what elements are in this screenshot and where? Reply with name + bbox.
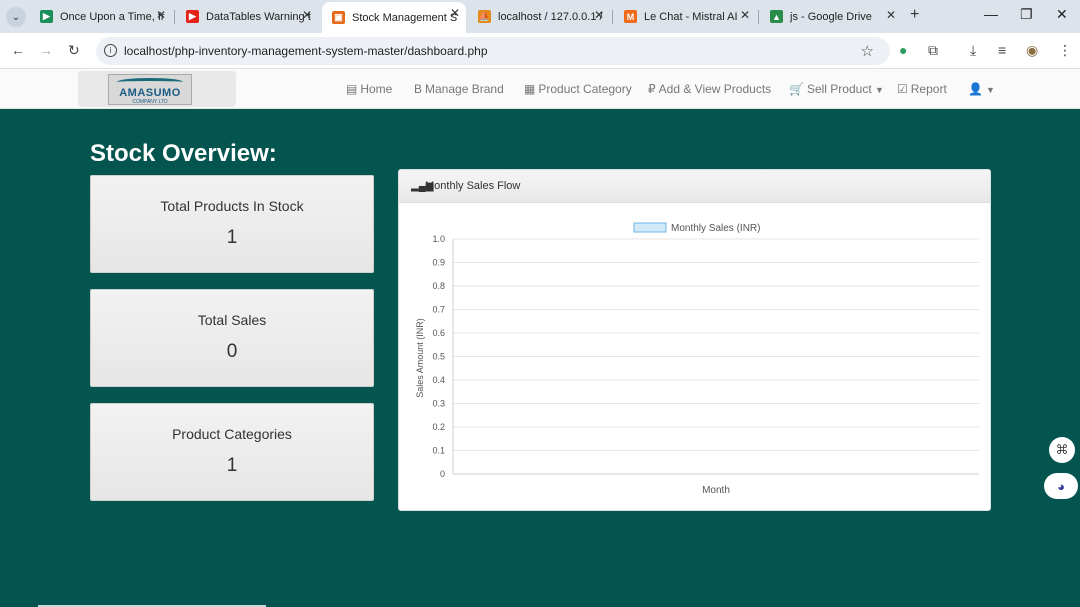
browser-tab[interactable]: ⛵ localhost / 127.0.0.1 / ✕: [468, 4, 610, 29]
legend-label[interactable]: Monthly Sales (INR): [671, 223, 760, 234]
panel-header: ▂▄▆ Monthly Sales Flow: [399, 170, 990, 203]
assistant-float-icon[interactable]: ◕: [1044, 473, 1078, 499]
y-tick-label: 0.6: [432, 328, 445, 338]
site-info-icon[interactable]: i: [104, 44, 117, 57]
minimize-icon[interactable]: —: [984, 6, 998, 22]
phpmyadmin-icon: ⛵: [478, 10, 491, 23]
close-window-icon[interactable]: ✕: [1056, 6, 1068, 23]
close-tab-icon[interactable]: ✕: [594, 8, 604, 22]
close-tab-icon[interactable]: ✕: [740, 8, 750, 22]
sales-chart-panel: ▂▄▆ Monthly Sales Flow Monthly Sales (IN…: [398, 169, 991, 511]
y-tick-label: 0.3: [432, 399, 445, 409]
nav-sell-product[interactable]: 🛒 Sell Product ▼: [789, 82, 884, 96]
check-square-icon: ☑: [897, 82, 908, 96]
ruble-icon: ₽: [648, 82, 656, 96]
download-icon[interactable]: ⤓: [970, 42, 976, 59]
new-tab-icon[interactable]: +: [910, 6, 919, 24]
stat-card-products: Total Products In Stock 1: [90, 175, 374, 273]
y-tick-label: 0.5: [432, 352, 445, 362]
nav-report[interactable]: ☑ Report: [897, 82, 947, 96]
browser-tab[interactable]: M Le Chat - Mistral AI ✕: [614, 4, 756, 29]
browser-menu-icon[interactable]: ⋮: [1058, 42, 1072, 59]
caret-down-icon: ▼: [985, 85, 995, 95]
tab-divider: [174, 10, 175, 24]
btc-icon: B: [414, 82, 423, 96]
y-axis-title: Sales Amount (INR): [415, 318, 425, 398]
company-logo: AMASUMO COMPANY LTD: [108, 74, 192, 105]
y-tick-label: 0: [440, 469, 445, 479]
forward-icon[interactable]: →: [39, 42, 53, 58]
reload-icon[interactable]: ↻: [68, 42, 80, 59]
stock-app-icon: ▣: [332, 11, 345, 24]
nav-add-view-products[interactable]: ₽ Add & View Products: [648, 82, 771, 96]
tab-divider: [612, 10, 613, 24]
profile-avatar-icon[interactable]: ◉: [1026, 42, 1038, 59]
grammarly-icon[interactable]: ●: [899, 42, 907, 58]
y-tick-label: 0.9: [432, 258, 445, 268]
close-tab-icon[interactable]: ✕: [886, 8, 896, 22]
legend-swatch[interactable]: [633, 222, 667, 233]
y-tick-label: 0.8: [432, 281, 445, 291]
y-tick-label: 1.0: [432, 234, 445, 244]
y-tick-label: 0.1: [432, 446, 445, 456]
extensions-icon[interactable]: ⧉: [928, 42, 938, 59]
tab-search-icon[interactable]: ⌄: [6, 7, 26, 27]
youtube-icon: ▶: [186, 10, 199, 23]
media-control-icon[interactable]: ≡: [998, 42, 1006, 58]
sales-chart: Monthly Sales (INR) Month Sales Amount (…: [415, 222, 979, 496]
caret-down-icon: ▼: [875, 85, 884, 95]
table-icon: ▦: [524, 82, 536, 96]
mistral-icon: M: [624, 10, 637, 23]
close-tab-icon[interactable]: ✕: [450, 6, 460, 20]
user-icon: 👤: [968, 82, 983, 96]
nav-home[interactable]: ▤ Home: [346, 82, 392, 96]
y-tick-label: 0.2: [432, 422, 445, 432]
stat-card-sales: Total Sales 0: [90, 289, 374, 387]
y-tick-label: 0.7: [432, 305, 445, 315]
address-bar-row: ← → ↻ i localhost/php-inventory-manageme…: [0, 33, 1080, 69]
google-drive-icon: ▲: [770, 10, 783, 23]
restore-icon[interactable]: ❐: [1020, 6, 1033, 23]
stat-card-categories: Product Categories 1: [90, 403, 374, 501]
app-navbar: AMASUMO COMPANY LTD ▤ Home B Manage Brand …: [0, 69, 1080, 109]
x-axis-title: Month: [702, 485, 730, 496]
apps-float-icon[interactable]: ⌘: [1049, 437, 1075, 463]
bookmark-star-icon[interactable]: ☆: [861, 42, 874, 60]
browser-tab[interactable]: ▶ DataTables Warning t ✕: [176, 4, 318, 29]
y-tick-label: 0.4: [432, 375, 445, 385]
logo-wave-icon: [117, 78, 183, 86]
close-tab-icon[interactable]: ✕: [302, 8, 312, 22]
back-icon[interactable]: ←: [11, 42, 25, 58]
brand-logo-area[interactable]: AMASUMO COMPANY LTD: [78, 71, 236, 107]
tab-divider: [758, 10, 759, 24]
play-store-icon: ▶: [40, 10, 53, 23]
list-icon: ▤: [346, 82, 358, 96]
browser-tab[interactable]: ▶ Once Upon a Time, fr ✕: [30, 4, 172, 29]
nav-user-menu[interactable]: 👤 ▼: [968, 82, 995, 96]
url-field[interactable]: i localhost/php-inventory-management-sys…: [96, 37, 890, 65]
browser-tab[interactable]: ▲ js - Google Drive ✕: [760, 4, 902, 29]
nav-product-category[interactable]: ▦ Product Category: [524, 82, 632, 96]
nav-manage-brand[interactable]: B Manage Brand: [414, 82, 504, 96]
page-title: Stock Overview:: [90, 140, 277, 167]
browser-tab-active[interactable]: ▣ Stock Management S ✕: [322, 2, 466, 33]
close-tab-icon[interactable]: ✕: [156, 8, 166, 22]
browser-tab-bar: ⌄ ▶ Once Upon a Time, fr ✕ ▶ DataTables …: [0, 0, 1080, 33]
cart-icon: 🛒: [789, 82, 804, 96]
